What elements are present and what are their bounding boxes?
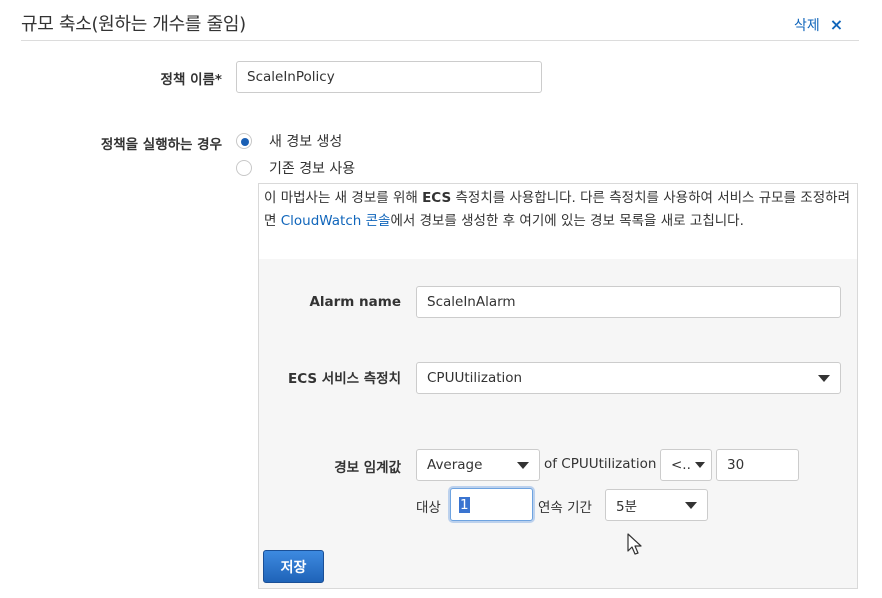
policy-name-label: 정책 이름* [160, 72, 222, 88]
operator-select-value: <.. [671, 457, 691, 473]
policy-name-input[interactable] [236, 61, 542, 93]
note-text-1: 이 마법사는 새 경보를 위해 [264, 190, 423, 206]
section-title: 규모 축소(원하는 개수를 줄임) [21, 14, 246, 35]
chevron-down-icon [818, 374, 830, 382]
period-select[interactable]: 5분 [605, 489, 708, 521]
delete-link[interactable]: 삭제 × [794, 15, 843, 35]
note-text-ecs: ECS [422, 190, 452, 206]
radio-new-alarm-label[interactable]: 새 경보 생성 [269, 131, 342, 151]
for-label: 대상 [416, 500, 441, 516]
radio-button[interactable] [236, 160, 252, 176]
metric-select[interactable]: CPUUtilization [416, 362, 841, 394]
mouse-cursor-icon [627, 533, 642, 555]
radio-existing-alarm[interactable]: 기존 경보 사용 [236, 158, 355, 178]
note-text-3: 에서 경보를 생성한 후 여기에 있는 경보 목록을 새로 고칩니다. [390, 213, 744, 229]
statistic-select[interactable]: Average [416, 449, 540, 481]
radio-button-checked[interactable] [236, 133, 252, 149]
alarm-name-input[interactable] [416, 286, 841, 318]
info-note: 이 마법사는 새 경보를 위해 ECS 측정치를 사용합니다. 다른 측정치를 … [264, 187, 856, 233]
operator-select[interactable]: <.. [660, 449, 712, 481]
statistic-select-value: Average [427, 457, 483, 473]
close-icon[interactable]: × [830, 17, 843, 33]
of-metric-text: of CPUUtilization [544, 456, 657, 472]
chevron-down-icon [695, 462, 705, 468]
save-button[interactable]: 저장 [263, 550, 324, 583]
trigger-label: 정책을 실행하는 경우 [100, 137, 222, 153]
radio-existing-alarm-label[interactable]: 기존 경보 사용 [269, 158, 355, 178]
metric-label: ECS 서비스 측정치 [287, 371, 401, 387]
consecutive-periods-label: 연속 기간 [538, 500, 592, 516]
chevron-down-icon [685, 501, 697, 509]
threshold-label: 경보 임계값 [334, 460, 401, 476]
delete-label[interactable]: 삭제 [794, 15, 820, 35]
divider [21, 40, 859, 41]
radio-new-alarm[interactable]: 새 경보 생성 [236, 131, 342, 151]
alarm-name-label: Alarm name [309, 294, 401, 310]
threshold-value-input[interactable] [716, 449, 799, 481]
periods-input[interactable]: 1 [450, 488, 533, 521]
cloudwatch-console-link[interactable]: CloudWatch 콘솔 [281, 213, 391, 229]
periods-input-value: 1 [459, 496, 470, 513]
chevron-down-icon [517, 461, 529, 469]
period-select-value: 5분 [616, 499, 638, 515]
metric-select-value: CPUUtilization [427, 370, 523, 386]
